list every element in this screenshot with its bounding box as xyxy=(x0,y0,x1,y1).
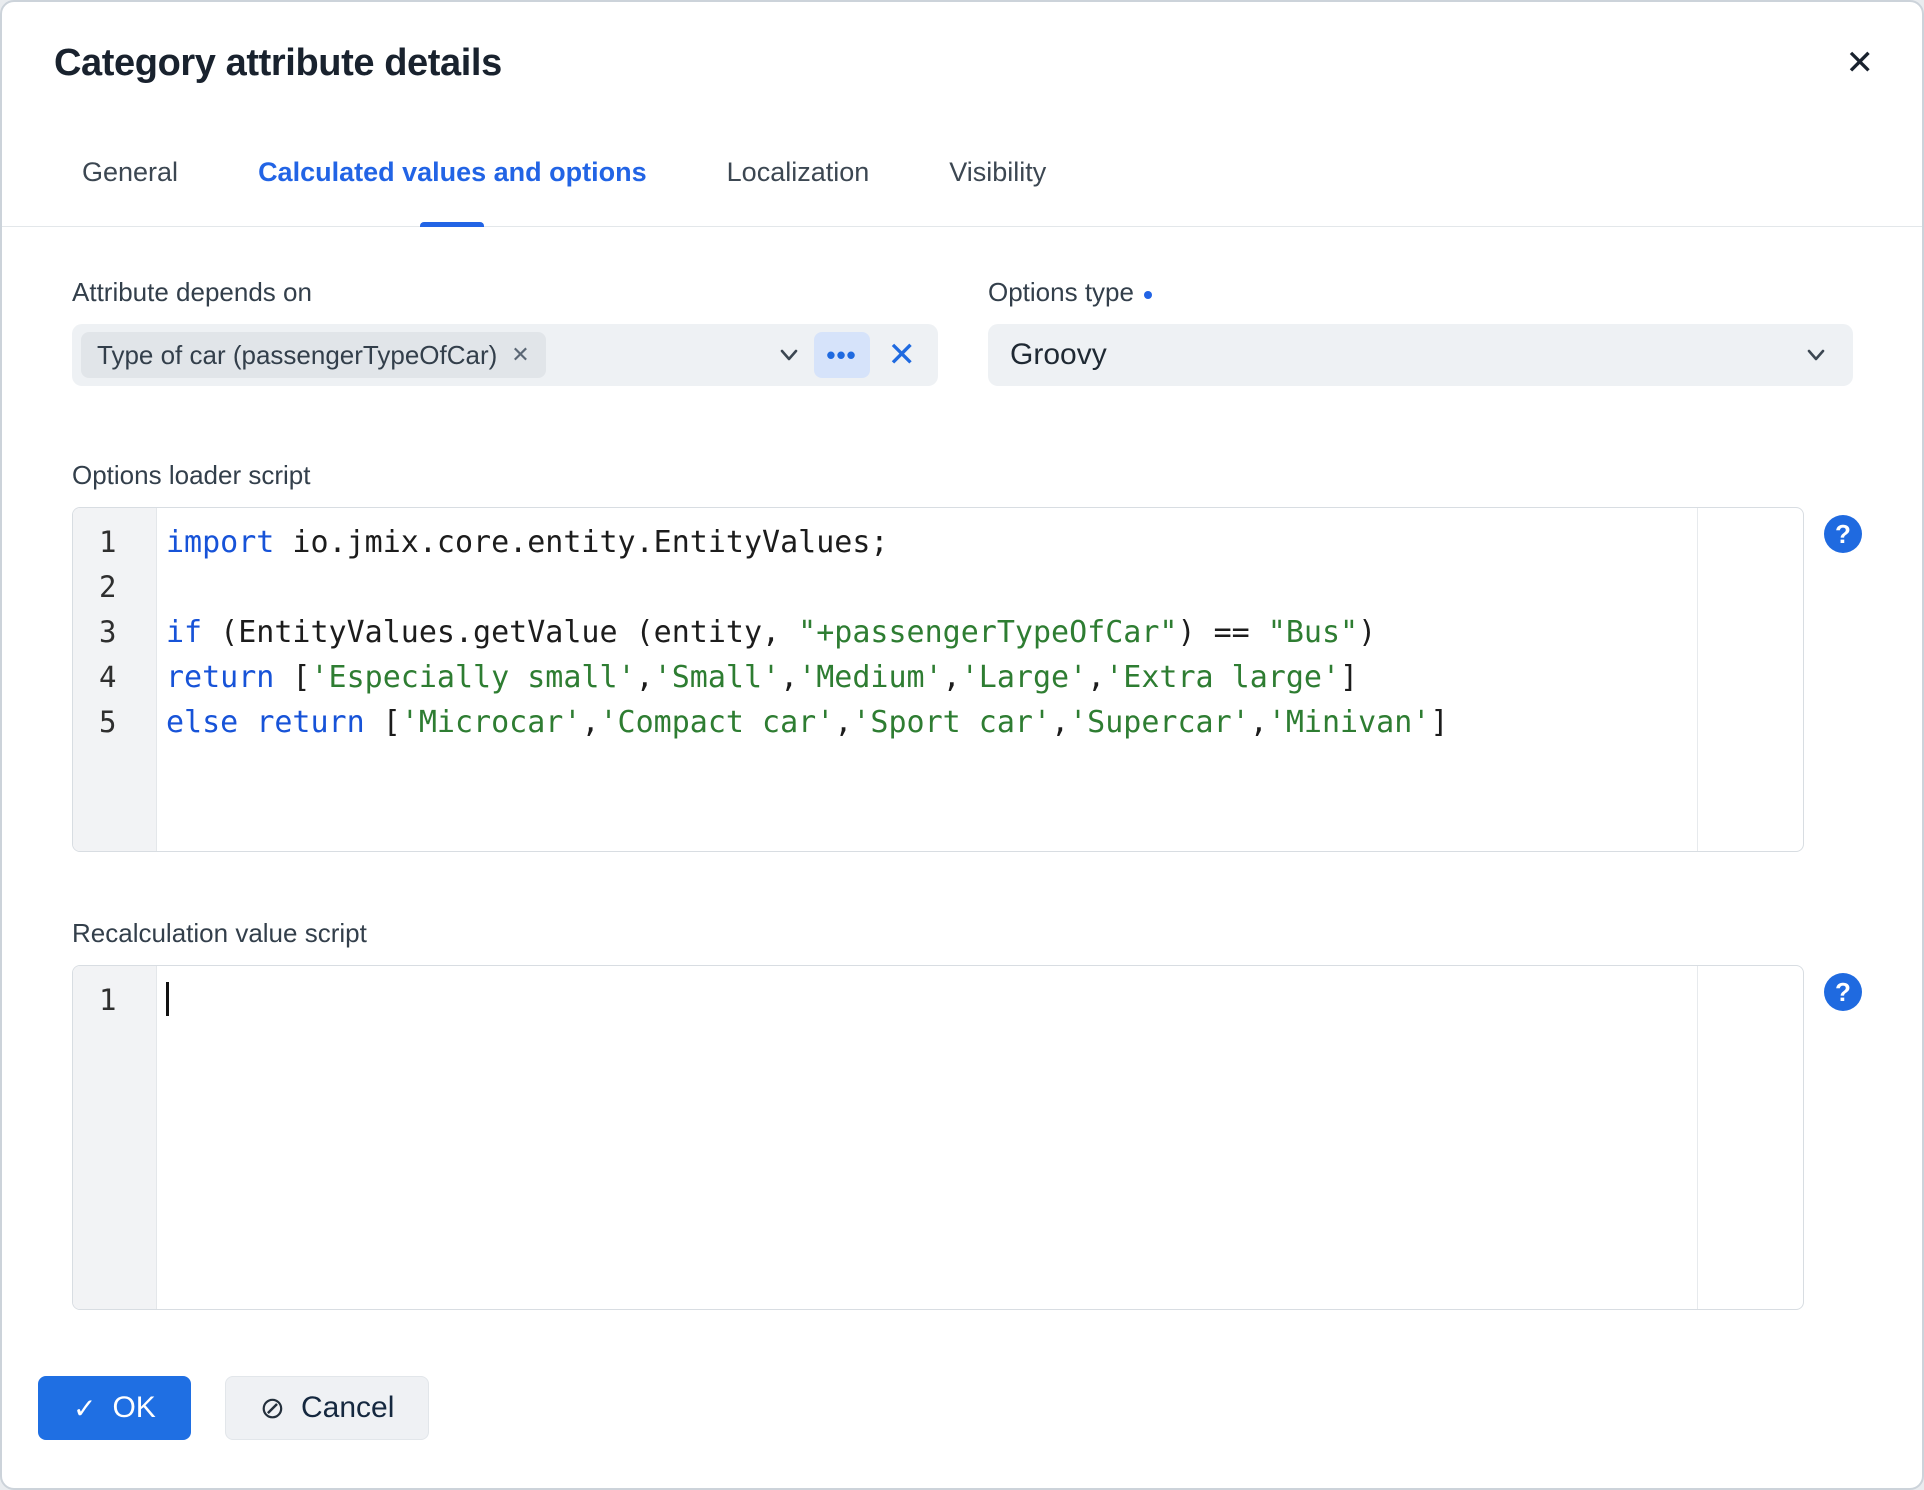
options-type-select[interactable]: Groovy xyxy=(988,324,1853,386)
recalculation-row: 1 ? xyxy=(72,965,1862,1310)
options-loader-code-editor[interactable]: 1 2 3 4 5 import io.jmix.core.entity.EntityV… xyxy=(72,507,1804,852)
options-loader-script-label-text: Options loader script xyxy=(72,460,311,490)
line-number: 2 xyxy=(99,570,117,604)
options-type-selected-value: Groovy xyxy=(1010,338,1107,371)
code-line xyxy=(166,978,1803,1023)
ellipsis-icon: ••• xyxy=(826,339,857,370)
more-options-button[interactable]: ••• xyxy=(813,332,870,378)
line-number: 1 xyxy=(99,525,117,559)
line-number: 1 xyxy=(99,983,117,1017)
line-number: 5 xyxy=(99,705,117,739)
help-icon-glyph: ? xyxy=(1835,976,1851,1007)
help-icon-glyph: ? xyxy=(1835,518,1851,549)
chevron-down-icon[interactable] xyxy=(1801,340,1831,370)
options-loader-row: 1 2 3 4 5 import io.jmix.core.entity.EntityV… xyxy=(72,507,1862,852)
line-number-gutter: 1 2 3 4 5 xyxy=(73,508,157,851)
code-lines: import io.jmix.core.entity.EntityValues;… xyxy=(157,508,1803,851)
recalculation-value-script-label: Recalculation value script xyxy=(72,918,1862,949)
code-line: return ['Especially small','Small','Medi… xyxy=(166,660,1359,695)
text-cursor xyxy=(166,982,169,1016)
ok-button-label: OK xyxy=(112,1391,156,1424)
tab-localization[interactable]: Localization xyxy=(727,157,870,226)
clear-icon: ✕ xyxy=(887,335,917,375)
attribute-depends-on-multiselect[interactable]: Type of car (passengerTypeOfCar) ✕ ••• ✕ xyxy=(72,324,938,386)
attribute-depends-on-field-group: Attribute depends on Type of car (passen… xyxy=(72,277,938,386)
recalculation-section: Recalculation value script 1 ? xyxy=(2,918,1922,1310)
attribute-depends-on-label: Attribute depends on xyxy=(72,277,938,308)
dialog-header: Category attribute details ✕ xyxy=(2,2,1922,85)
ban-icon: ⊘ xyxy=(259,1390,285,1426)
code-line: import io.jmix.core.entity.EntityValues; xyxy=(166,525,889,560)
attribute-depends-on-label-text: Attribute depends on xyxy=(72,277,312,307)
tab-general[interactable]: General xyxy=(82,157,178,226)
line-number: 4 xyxy=(99,660,117,694)
recalculation-value-script-label-text: Recalculation value script xyxy=(72,918,367,948)
cancel-button[interactable]: ⊘ Cancel xyxy=(224,1376,430,1440)
chip-remove-icon[interactable]: ✕ xyxy=(511,343,529,368)
cancel-button-label: Cancel xyxy=(300,1391,395,1424)
help-icon[interactable]: ? xyxy=(1824,973,1862,1011)
options-loader-section: Options loader script 1 2 3 4 5 import io.jm… xyxy=(2,460,1922,852)
options-type-field-group: Options type Groovy xyxy=(988,277,1853,386)
line-number-gutter: 1 xyxy=(73,966,157,1309)
ok-button[interactable]: ✓ OK xyxy=(38,1376,191,1440)
options-type-label-text: Options type xyxy=(988,277,1134,307)
check-icon: ✓ xyxy=(73,1391,97,1425)
form-row: Attribute depends on Type of car (passen… xyxy=(2,277,1922,386)
selected-value-chip-label: Type of car (passengerTypeOfCar) xyxy=(97,339,498,370)
code-line: else return ['Microcar','Compact car','S… xyxy=(166,705,1449,740)
code-lines xyxy=(157,966,1803,1309)
category-attribute-details-dialog: Category attribute details ✕ General Cal… xyxy=(0,0,1924,1490)
clear-selection-button[interactable]: ✕ xyxy=(880,335,925,375)
recalculation-code-editor[interactable]: 1 xyxy=(72,965,1804,1310)
chevron-down-icon[interactable] xyxy=(774,340,804,370)
options-type-label: Options type xyxy=(988,277,1853,308)
selected-value-chip: Type of car (passengerTypeOfCar) ✕ xyxy=(81,332,546,378)
required-indicator-dot xyxy=(1143,290,1152,299)
tab-bar: General Calculated values and options Lo… xyxy=(2,157,1922,227)
dialog-title: Category attribute details xyxy=(54,42,502,84)
line-number: 3 xyxy=(99,615,117,649)
tab-calculated-values-and-options[interactable]: Calculated values and options xyxy=(258,157,647,226)
close-icon[interactable]: ✕ xyxy=(1840,42,1881,84)
editor-right-rule xyxy=(1697,966,1698,1309)
options-loader-script-label: Options loader script xyxy=(72,460,1862,491)
help-icon[interactable]: ? xyxy=(1824,515,1862,553)
tab-visibility[interactable]: Visibility xyxy=(949,157,1046,226)
editor-right-rule xyxy=(1697,508,1698,851)
code-line: if (EntityValues.getValue (entity, "+pas… xyxy=(166,615,1377,650)
dialog-footer: ✓ OK ⊘ Cancel xyxy=(2,1376,1922,1440)
